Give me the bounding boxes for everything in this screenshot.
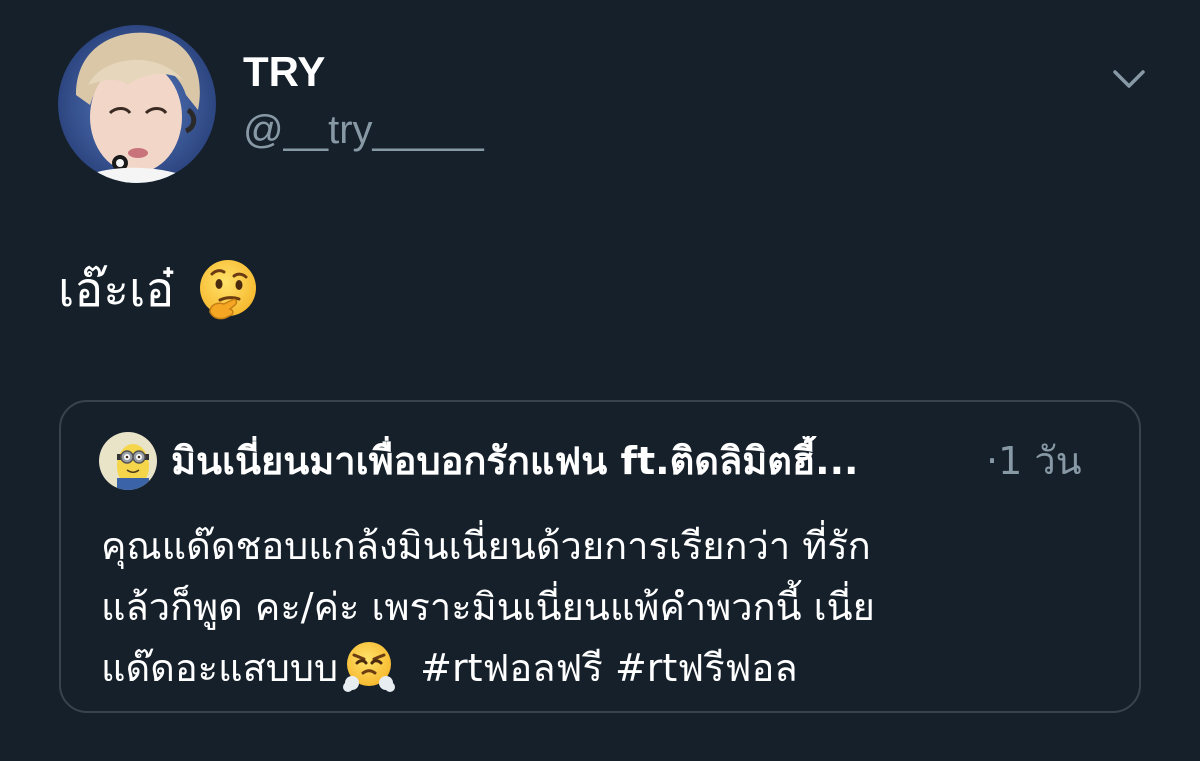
profile-photo-icon — [58, 25, 216, 183]
quoted-timestamp[interactable]: ·1 วัน — [986, 436, 1082, 486]
quoted-author-name[interactable]: มินเนี่ยนมาเพื่อบอกรักแฟน ft.ติดลิมิตฮี้… — [171, 436, 858, 486]
hashtag-link[interactable]: #rtฟรีฟอล — [615, 646, 798, 690]
face-with-steam-emoji-icon — [342, 639, 396, 693]
hashtag-link[interactable]: #rtฟอลฟรี — [420, 646, 603, 690]
thinking-face-emoji-icon — [196, 258, 260, 322]
quoted-text-line: คุณแด๊ดชอบแกล้งมินเนี่ยนด้วยการเรียกว่า … — [101, 524, 871, 568]
quoted-text-line-part: แด๊ดอะแสบบบ — [101, 646, 339, 690]
tweet: TRY @__try_____ เอ๊ะเอ๋ มินเนี่ยนมาเพื่อ… — [0, 0, 1200, 761]
author-avatar[interactable] — [58, 25, 216, 183]
quoted-tweet-card[interactable]: มินเนี่ยนมาเพื่อบอกรักแฟน ft.ติดลิมิตฮี้… — [59, 400, 1141, 713]
author-display-name[interactable]: TRY — [243, 48, 325, 96]
quoted-author-avatar[interactable] — [99, 432, 157, 490]
chevron-down-icon[interactable] — [1110, 62, 1148, 96]
minion-avatar-icon — [99, 432, 157, 490]
quoted-text-line: แล้วก็พูด คะ/ค่ะ เพราะมินเนี่ยนแพ้คำพวกน… — [101, 585, 875, 629]
tweet-text: เอ๊ะเอ๋ — [58, 262, 175, 318]
tweet-body: เอ๊ะเอ๋ — [58, 258, 260, 322]
quoted-tweet-text: คุณแด๊ดชอบแกล้งมินเนี่ยนด้วยการเรียกว่า … — [101, 516, 1111, 699]
quoted-text-line: แด๊ดอะแสบบบ #rtฟอลฟรี #rtฟรีฟอล — [101, 638, 1111, 699]
author-handle[interactable]: @__try_____ — [243, 106, 484, 154]
